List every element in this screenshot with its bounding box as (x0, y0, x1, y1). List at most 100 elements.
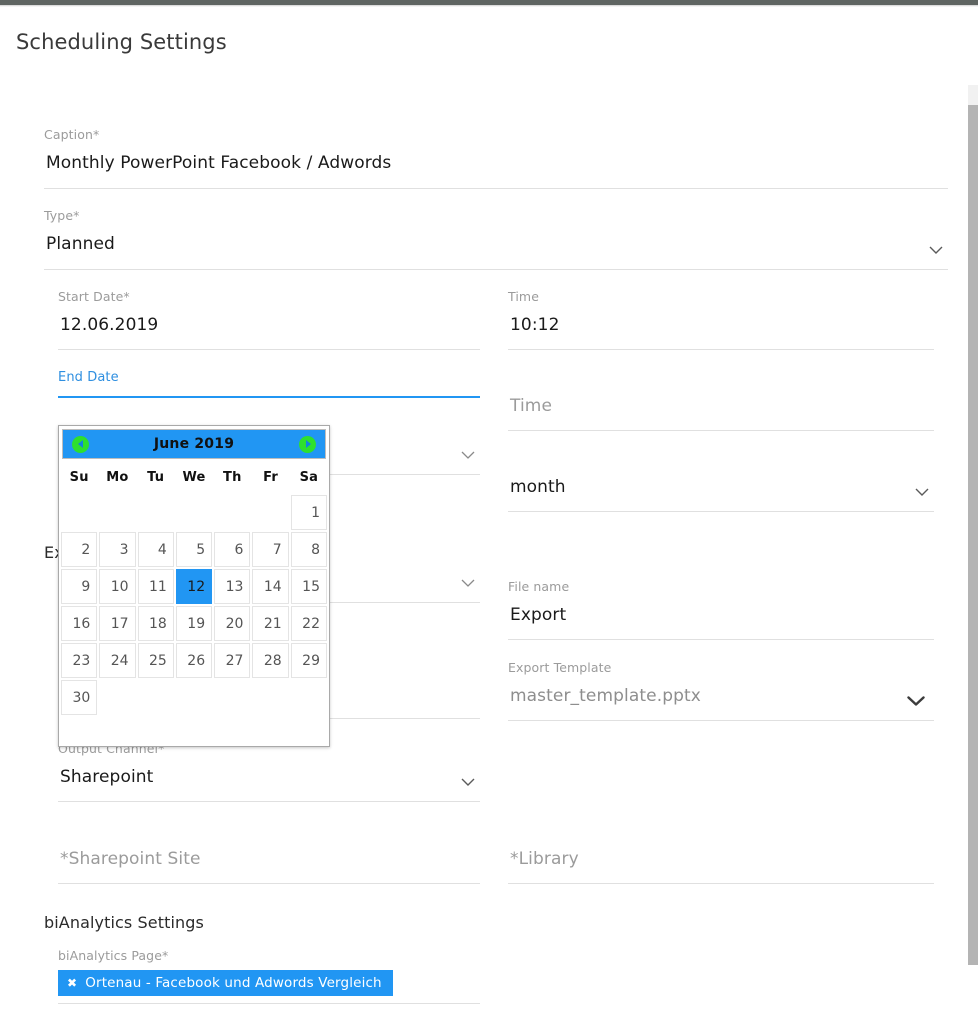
end-time-field[interactable]: Time (508, 371, 934, 431)
interval-underline (508, 511, 934, 512)
date-cell[interactable]: 22 (290, 606, 327, 641)
scheduling-settings-page: Scheduling Settings Caption* Monthly Pow… (0, 0, 978, 1025)
chevron-down-icon[interactable] (461, 451, 475, 464)
date-cell[interactable]: 6 (214, 532, 251, 567)
date-cell[interactable]: 20 (214, 606, 251, 641)
date-cell-empty (99, 495, 135, 530)
chip-bianalytics-page[interactable]: ✖ Ortenau - Facebook und Adwords Verglei… (58, 970, 393, 996)
date-cell[interactable]: 26 (175, 643, 213, 678)
date-cell[interactable]: 25 (137, 643, 174, 678)
date-cell-empty (176, 680, 212, 715)
date-cell[interactable]: 3 (99, 532, 136, 567)
chevron-down-icon[interactable] (915, 488, 929, 501)
start-time-input[interactable]: 10:12 (508, 312, 934, 338)
date-cell[interactable]: 11 (137, 569, 174, 604)
chip-label: Ortenau - Facebook und Adwords Vergleich (85, 975, 382, 991)
start-date-field[interactable]: Start Date* 12.06.2019 (58, 290, 480, 350)
scrollbar-thumb[interactable] (968, 105, 978, 965)
weekday-sa: Sa (299, 470, 319, 485)
date-cell-empty (176, 495, 212, 530)
date-cell[interactable]: 8 (290, 532, 327, 567)
export-template-select-value[interactable]: master_template.pptx (508, 683, 934, 709)
date-cell[interactable]: 23 (61, 643, 98, 678)
date-cell[interactable]: 30 (61, 680, 98, 715)
weekday-tu: Tu (147, 470, 165, 485)
date-cell[interactable]: 1 (290, 495, 327, 530)
end-time-input[interactable]: Time (508, 393, 934, 419)
date-cell[interactable]: 4 (137, 532, 174, 567)
date-cell[interactable]: 21 (252, 606, 289, 641)
date-cell[interactable]: 24 (99, 643, 136, 678)
file-name-label: File name (508, 579, 570, 594)
date-cell-empty (61, 495, 97, 530)
chevron-down-icon[interactable] (461, 579, 475, 592)
date-cell[interactable]: 14 (252, 569, 289, 604)
type-field[interactable]: Type* Planned (44, 209, 948, 270)
date-picker-week-row: 30 (61, 680, 327, 715)
interval-select-value[interactable]: month (508, 474, 934, 500)
interval-select-field[interactable]: month (508, 452, 934, 512)
date-cell[interactable]: 7 (252, 532, 289, 567)
end-date-field[interactable]: End Date (58, 371, 480, 398)
next-month-icon[interactable] (299, 435, 316, 453)
start-time-underline (508, 349, 934, 350)
caption-underline (44, 188, 948, 189)
start-date-input[interactable]: 12.06.2019 (58, 312, 480, 338)
date-cell[interactable]: 9 (61, 569, 98, 604)
chevron-down-icon[interactable] (929, 246, 943, 259)
date-cell-empty (252, 495, 288, 530)
date-cell[interactable]: 13 (214, 569, 251, 604)
export-template-underline (508, 720, 934, 721)
date-picker-header: June 2019 (62, 429, 326, 459)
date-cell[interactable]: 18 (137, 606, 174, 641)
date-cell[interactable]: 17 (99, 606, 136, 641)
start-time-field[interactable]: Time 10:12 (508, 290, 934, 350)
weekday-mo: Mo (106, 470, 129, 485)
date-picker-grid: Su Mo Tu We Th Fr Sa 1 2 3 4 5 6 7 8 9 10 11 12 13 14… (59, 462, 329, 717)
date-cell[interactable]: 19 (175, 606, 213, 641)
chip-remove-icon[interactable]: ✖ (67, 977, 77, 989)
date-cell[interactable]: 15 (290, 569, 327, 604)
library-input[interactable]: *Library (508, 846, 934, 872)
type-underline (44, 269, 948, 270)
date-cell[interactable]: 10 (99, 569, 136, 604)
weekday-header-row: Su Mo Tu We Th Fr Sa (61, 464, 327, 493)
caption-field[interactable]: Caption* Monthly PowerPoint Facebook / A… (44, 128, 948, 189)
date-picker-week-row: 2345678 (61, 532, 327, 567)
date-cell[interactable]: 5 (175, 532, 213, 567)
export-template-label: Export Template (508, 660, 612, 675)
file-name-field[interactable]: File name Export (508, 580, 934, 640)
sharepoint-site-input[interactable]: *Sharepoint Site (58, 846, 480, 872)
sharepoint-site-field[interactable]: *Sharepoint Site (58, 824, 480, 884)
library-underline (508, 883, 934, 884)
date-picker-body: 1 2 3 4 5 6 7 8 9 10 11 12 13 14 15 16 17 18 19 20 21 22 23 24 2… (61, 495, 327, 715)
date-cell-selected[interactable]: 12 (175, 569, 213, 604)
output-channel-select-value[interactable]: Sharepoint (58, 764, 480, 790)
bianalytics-page-field[interactable]: biAnalytics Page* ✖ Ortenau - Facebook u… (58, 949, 480, 1004)
date-cell[interactable]: 28 (252, 643, 289, 678)
bianalytics-settings-heading: biAnalytics Settings (44, 913, 204, 932)
date-cell-empty (291, 680, 327, 715)
library-field[interactable]: *Library (508, 824, 934, 884)
date-cell[interactable]: 27 (214, 643, 251, 678)
date-picker-popup[interactable]: June 2019 Su Mo Tu We Th Fr Sa 123456789… (58, 425, 330, 747)
sharepoint-site-underline (58, 883, 480, 884)
date-cell[interactable]: 29 (290, 643, 327, 678)
date-cell-empty (99, 680, 135, 715)
output-channel-field[interactable]: Output Channel* Sharepoint (58, 742, 480, 802)
chevron-down-icon[interactable] (907, 696, 925, 713)
date-cell-empty (138, 495, 174, 530)
file-name-input[interactable]: Export (508, 602, 934, 628)
weekday-su: Su (69, 470, 89, 485)
date-cell[interactable]: 2 (61, 532, 98, 567)
date-cell-empty (252, 680, 288, 715)
caption-input[interactable]: Monthly PowerPoint Facebook / Adwords (44, 150, 948, 176)
type-select-value[interactable]: Planned (44, 231, 948, 257)
date-cell-empty (214, 495, 250, 530)
date-picker-title: June 2019 (153, 436, 235, 452)
date-cell[interactable]: 16 (61, 606, 98, 641)
bianalytics-page-underline (58, 1003, 480, 1004)
chevron-down-icon[interactable] (461, 778, 475, 791)
prev-month-icon[interactable] (72, 435, 89, 453)
export-template-field[interactable]: Export Template master_template.pptx (508, 661, 934, 721)
